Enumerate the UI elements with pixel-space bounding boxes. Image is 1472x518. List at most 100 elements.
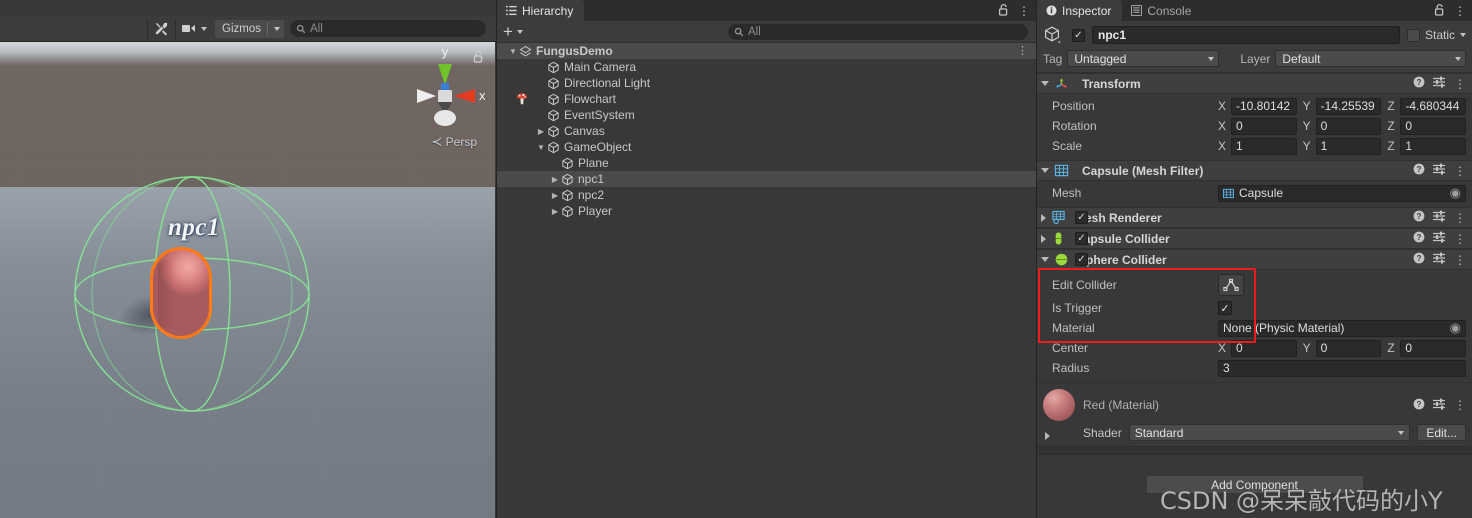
help-icon[interactable]: ? (1413, 163, 1425, 178)
component-menu-icon[interactable]: ⋮ (1454, 399, 1466, 411)
rotation-z-field[interactable]: 0 (1400, 117, 1467, 135)
edit-collider-button[interactable] (1218, 274, 1244, 296)
gameobject-icon (561, 205, 574, 218)
chevron-down-icon[interactable] (1460, 33, 1466, 37)
component-menu-icon[interactable]: ⋮ (1454, 212, 1466, 224)
material-expand-triangle-icon[interactable] (1045, 432, 1050, 440)
expand-triangle-icon[interactable] (1041, 234, 1046, 243)
hierarchy-item-directional-light[interactable]: Directional Light (497, 75, 1036, 91)
collapse-triangle-icon[interactable]: ▼ (507, 47, 519, 56)
inspector-menu-icon[interactable]: ⋮ (1454, 5, 1466, 17)
scale-z-field[interactable]: 1 (1400, 137, 1467, 155)
gameobject-enabled-checkbox[interactable]: ✓ (1072, 28, 1085, 42)
expand-triangle-icon[interactable]: ▶ (549, 191, 561, 200)
component-menu-icon[interactable]: ⋮ (1454, 78, 1466, 90)
component-menu-icon[interactable]: ⋮ (1454, 233, 1466, 245)
shader-dropdown[interactable]: Standard (1128, 424, 1411, 441)
gizmos-button[interactable]: Gizmos (215, 19, 284, 38)
hierarchy-item-plane[interactable]: Plane (497, 155, 1036, 171)
scene-viewport[interactable]: npc1 y x ≺ Persp (0, 42, 495, 518)
scene-gizmo-lock-icon[interactable] (473, 50, 484, 66)
hierarchy-row-menu-icon[interactable]: ⋮ (1017, 46, 1028, 57)
help-icon[interactable]: ? (1413, 76, 1425, 91)
expand-triangle-icon[interactable]: ▶ (549, 175, 561, 184)
mesh-object-field[interactable]: Capsule ◉ (1218, 184, 1466, 202)
collapse-triangle-icon[interactable] (1041, 257, 1049, 262)
is-trigger-checkbox[interactable]: ✓ (1218, 301, 1232, 315)
svg-text:?: ? (1417, 254, 1422, 263)
center-x-field[interactable]: 0 (1231, 339, 1297, 357)
hierarchy-item-npc2[interactable]: ▶ npc2 (497, 187, 1036, 203)
collapse-triangle-icon[interactable]: ▼ (535, 143, 547, 152)
preset-icon[interactable] (1433, 163, 1446, 178)
help-icon[interactable]: ? (1413, 210, 1425, 225)
preset-icon[interactable] (1433, 252, 1446, 267)
shader-edit-button[interactable]: Edit... (1417, 424, 1466, 441)
physic-material-field[interactable]: None (Physic Material) ◉ (1218, 319, 1466, 337)
hierarchy-item-player[interactable]: ▶ Player (497, 203, 1036, 219)
collapse-triangle-icon[interactable] (1041, 81, 1049, 86)
static-checkbox[interactable] (1406, 28, 1420, 42)
hierarchy-item-main-camera[interactable]: Main Camera (497, 59, 1036, 75)
tab-console[interactable]: Console (1122, 0, 1202, 21)
center-z-field[interactable]: 0 (1400, 339, 1467, 357)
scale-y-field[interactable]: 1 (1315, 137, 1382, 155)
hierarchy-item-gameobject[interactable]: ▼ GameObject (497, 139, 1036, 155)
hierarchy-search-input[interactable]: All (728, 23, 1028, 40)
radius-field[interactable]: 3 (1218, 359, 1466, 377)
hierarchy-item-eventsystem[interactable]: EventSystem (497, 107, 1036, 123)
expand-triangle-icon[interactable]: ▶ (549, 207, 561, 216)
scene-camera-button[interactable] (175, 18, 213, 39)
center-y-field[interactable]: 0 (1315, 339, 1382, 357)
static-label: Static (1424, 28, 1455, 42)
hierarchy-lock-icon[interactable] (998, 3, 1009, 19)
help-icon[interactable]: ? (1413, 252, 1425, 267)
object-picker-icon[interactable]: ◉ (1450, 320, 1461, 336)
shader-label: Shader (1083, 425, 1122, 440)
hierarchy-item-npc1[interactable]: ▶ npc1 (497, 171, 1036, 187)
layer-value: Default (1282, 51, 1321, 66)
npc1-capsule-object[interactable] (150, 247, 212, 339)
component-header-transform[interactable]: Transform ? ⋮ (1037, 73, 1472, 94)
help-icon[interactable]: ? (1413, 398, 1425, 413)
component-menu-icon[interactable]: ⋮ (1454, 165, 1466, 177)
capsule-collider-enabled-checkbox[interactable]: ✓ (1075, 232, 1088, 245)
gameobject-name-field[interactable]: npc1 (1092, 26, 1400, 44)
component-header-sphere-collider[interactable]: Sphere Collider ? ⋮ ✓ (1037, 249, 1472, 270)
position-z-field[interactable]: -4.680344 (1400, 97, 1467, 115)
expand-triangle-icon[interactable] (1041, 213, 1046, 222)
preset-icon[interactable] (1433, 210, 1446, 225)
component-header-mesh-filter[interactable]: Capsule (Mesh Filter) ? ⋮ (1037, 160, 1472, 181)
component-menu-icon[interactable]: ⋮ (1454, 254, 1466, 266)
hierarchy-item-fungusdemo[interactable]: ▼ FungusDemo ⋮ (497, 43, 1036, 59)
hierarchy-menu-icon[interactable]: ⋮ (1018, 5, 1030, 17)
scene-projection-label[interactable]: ≺ Persp (431, 134, 477, 150)
position-y-field[interactable]: -14.25539 (1315, 97, 1382, 115)
inspector-lock-icon[interactable] (1434, 3, 1445, 19)
tools-icon[interactable] (147, 18, 175, 39)
position-x-field[interactable]: -10.80142 (1231, 97, 1297, 115)
expand-triangle-icon[interactable]: ▶ (535, 127, 547, 136)
preset-icon[interactable] (1433, 398, 1446, 413)
rotation-x-field[interactable]: 0 (1231, 117, 1297, 135)
tag-dropdown[interactable]: Untagged (1067, 50, 1220, 67)
scene-search-input[interactable]: All (290, 20, 486, 37)
scale-x-field[interactable]: 1 (1231, 137, 1297, 155)
help-icon[interactable]: ? (1413, 231, 1425, 246)
object-picker-icon[interactable]: ◉ (1450, 185, 1461, 201)
collapse-triangle-icon[interactable] (1041, 168, 1049, 173)
tab-inspector[interactable]: Inspector (1037, 0, 1123, 21)
tab-hierarchy[interactable]: Hierarchy (497, 0, 585, 21)
sphere-collider-enabled-checkbox[interactable]: ✓ (1075, 253, 1088, 266)
layer-dropdown[interactable]: Default (1275, 50, 1466, 67)
component-header-capsule-collider[interactable]: Capsule Collider ? ⋮ ✓ (1037, 228, 1472, 249)
transform-rotation-label: Rotation (1052, 119, 1097, 133)
preset-icon[interactable] (1433, 76, 1446, 91)
rotation-y-field[interactable]: 0 (1315, 117, 1382, 135)
hierarchy-item-flowchart[interactable]: Flowchart (497, 91, 1036, 107)
hierarchy-item-canvas[interactable]: ▶ Canvas (497, 123, 1036, 139)
component-header-mesh-renderer[interactable]: Mesh Renderer ? ⋮ ✓ (1037, 207, 1472, 228)
create-gameobject-button[interactable]: + (503, 23, 523, 40)
preset-icon[interactable] (1433, 231, 1446, 246)
mesh-renderer-enabled-checkbox[interactable]: ✓ (1075, 211, 1088, 224)
